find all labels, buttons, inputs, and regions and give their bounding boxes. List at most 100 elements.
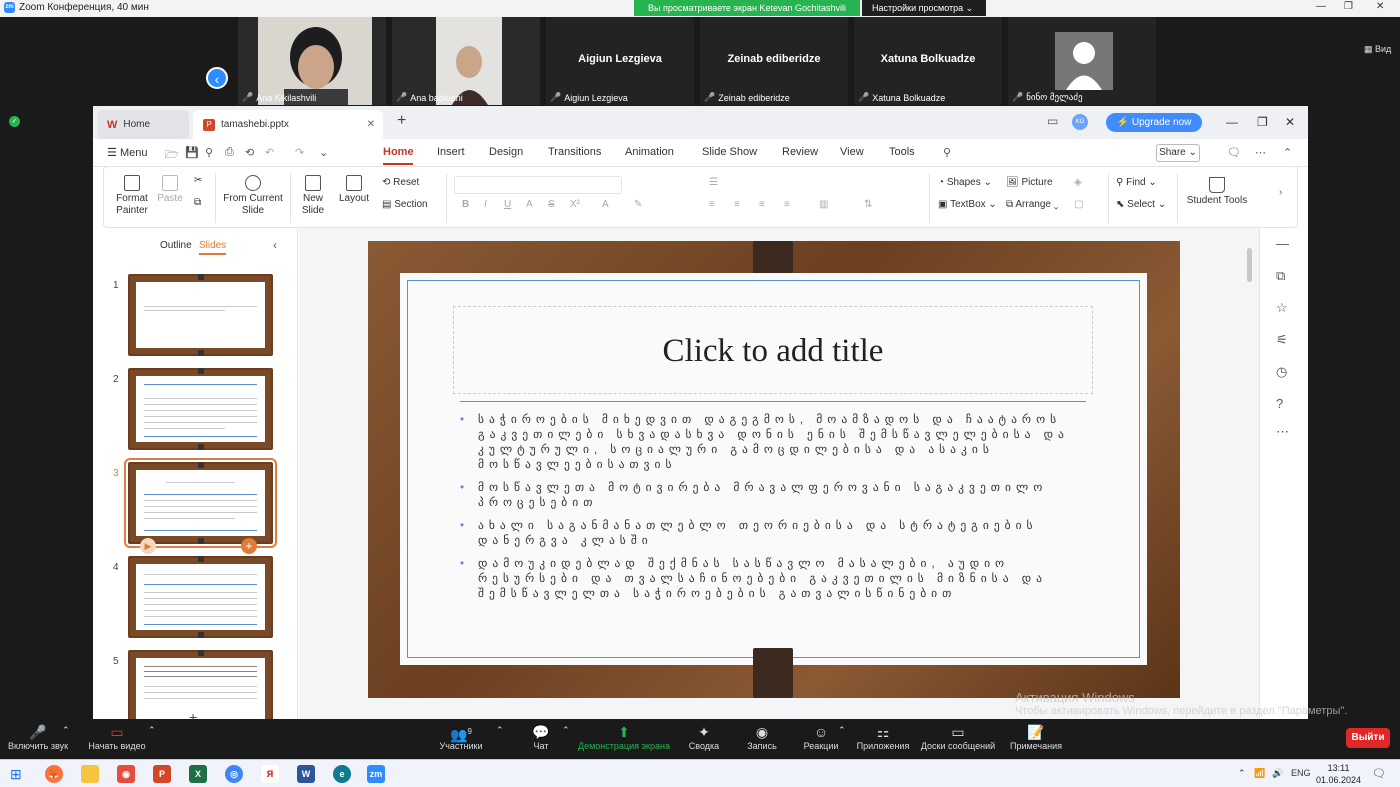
share-screen-button[interactable]: ⬆ Демонстрация экрана <box>576 723 672 751</box>
tab-design[interactable]: Design <box>489 146 523 158</box>
fill-icon[interactable]: ◈ <box>1074 177 1082 188</box>
help-icon[interactable]: ? <box>1276 396 1283 411</box>
redo-icon[interactable]: ↷ <box>295 146 304 159</box>
tab-insert[interactable]: Insert <box>437 146 465 158</box>
summary-button[interactable]: ✦ Сводка <box>684 723 724 751</box>
participants-button[interactable]: 👥9 Участники <box>436 723 486 751</box>
clock-icon[interactable]: ◷ <box>1276 364 1287 380</box>
minimize-icon[interactable]: — <box>1226 115 1238 129</box>
participant-tile[interactable]: Zeinab ediberidze 🎤 Zeinab ediberidze <box>700 17 848 105</box>
more-icon[interactable]: ⋯ <box>1255 146 1266 159</box>
textbox-button[interactable]: ▣ TextBox ⌄ <box>938 199 997 210</box>
tray-chevron-icon[interactable]: ⌃ <box>1238 768 1246 779</box>
minus-icon[interactable]: — <box>1276 236 1289 251</box>
layout-button[interactable]: Layout <box>334 175 374 205</box>
file-explorer-icon[interactable] <box>81 765 99 783</box>
tab-outline[interactable]: Outline <box>160 240 192 251</box>
history-icon[interactable]: ⟲ <box>245 146 254 159</box>
print-icon[interactable]: ⎙ <box>225 146 234 159</box>
zoom-taskbar-icon[interactable]: zm <box>367 765 385 783</box>
minimize-icon[interactable]: — <box>1316 1 1326 12</box>
star-icon[interactable]: ☆ <box>1276 300 1288 316</box>
duplicate-icon[interactable]: ⧉ <box>1276 268 1285 284</box>
excel-icon[interactable]: X <box>189 765 207 783</box>
slide-thumbnail-selected[interactable]: ▶ + <box>124 458 277 554</box>
search-icon[interactable]: ⚲ <box>205 146 213 159</box>
close-icon[interactable]: ✕ <box>1285 115 1295 129</box>
chevron-up-icon[interactable]: ⌃ <box>838 725 846 736</box>
reactions-button[interactable]: ☺ Реакции <box>800 723 842 751</box>
leave-button[interactable]: Выйти <box>1346 728 1390 748</box>
current-slide[interactable]: Click to add title საჭიროების მიხედვით დ… <box>368 241 1180 698</box>
cut-icon[interactable]: ✂ <box>194 175 202 186</box>
vertical-scrollbar[interactable] <box>1247 248 1252 282</box>
chrome-icon[interactable]: ◎ <box>225 765 243 783</box>
strikethrough-icon[interactable]: S <box>548 199 555 210</box>
comment-icon[interactable]: 🗨 <box>1227 146 1241 159</box>
tab-view[interactable]: View <box>840 146 864 158</box>
tab-close-icon[interactable]: ✕ <box>367 119 375 130</box>
bullets-icon[interactable]: ☰ <box>709 177 718 188</box>
chevron-up-icon[interactable]: ⌃ <box>496 725 504 736</box>
new-tab-icon[interactable]: + <box>397 112 406 130</box>
slide-thumbnail[interactable] <box>128 556 273 638</box>
select-button[interactable]: ⬉ Select ⌄ <box>1116 199 1166 210</box>
restore-icon[interactable]: ❐ <box>1257 115 1268 129</box>
bullet-list[interactable]: საჭიროების მიხედვით დაგეგმოს, მოამზადოს … <box>460 413 1090 610</box>
text-direction-icon[interactable]: ⇅ <box>864 199 872 210</box>
strip-back-button[interactable]: ‹ <box>206 67 228 89</box>
security-shield-icon[interactable]: ✓ <box>9 116 20 127</box>
windows-start-icon[interactable]: ⊞ <box>10 766 22 783</box>
open-folder-icon[interactable]: 🗁 <box>165 146 179 165</box>
view-button[interactable]: ▦ Вид <box>1364 44 1391 55</box>
firefox-icon[interactable]: 🦊 <box>45 765 63 783</box>
shapes-button[interactable]: ◔ Shapes ⌄ <box>938 177 992 188</box>
tab-home[interactable]: W Home <box>97 110 189 139</box>
tab-slides[interactable]: Slides <box>199 240 227 255</box>
paste-button[interactable]: Paste <box>154 175 186 205</box>
undo-icon[interactable]: ↶ <box>265 146 274 159</box>
save-icon[interactable]: 💾 <box>185 146 199 159</box>
chat-button[interactable]: 💬 Чат <box>524 723 558 751</box>
reset-button[interactable]: ⟲ Reset <box>382 177 419 188</box>
italic-icon[interactable]: I <box>484 199 487 210</box>
camera-app-icon[interactable]: ◉ <box>117 765 135 783</box>
text-shadow-icon[interactable]: A <box>526 199 533 210</box>
more-icon[interactable]: ⋯ <box>1276 424 1289 440</box>
columns-icon[interactable]: ▥ <box>819 199 828 210</box>
title-placeholder[interactable]: Click to add title <box>453 306 1093 394</box>
upgrade-button[interactable]: ⚡ Upgrade now <box>1106 113 1202 132</box>
system-clock[interactable]: 13:11 01.06.2024 <box>1316 762 1361 786</box>
avatar[interactable]: KG <box>1072 114 1088 130</box>
superscript-icon[interactable]: X² <box>570 199 580 210</box>
arrange-button[interactable]: ⧉ Arrange ⌄ <box>1006 199 1058 210</box>
word-icon[interactable]: W <box>297 765 315 783</box>
slide-thumbnail[interactable] <box>128 368 273 450</box>
highlight-icon[interactable]: ✎ <box>634 199 642 210</box>
align-center-icon[interactable]: ≡ <box>734 199 740 210</box>
outline-icon[interactable]: ▢ <box>1074 199 1083 210</box>
from-current-slide-button[interactable]: From Current Slide <box>222 175 284 217</box>
font-color-icon[interactable]: A <box>602 199 609 210</box>
tab-home-ribbon[interactable]: Home <box>383 146 414 158</box>
copy-icon[interactable]: ⧉ <box>194 197 201 208</box>
notes-button[interactable]: 📝 Примечания <box>1006 723 1066 751</box>
collapse-pane-icon[interactable]: ‹ <box>273 238 277 252</box>
tab-transitions[interactable]: Transitions <box>548 146 601 158</box>
participant-tile[interactable]: Xatuna Bolkuadze 🎤 Xatuna Bolkuadze <box>854 17 1002 105</box>
new-slide-button[interactable]: New Slide <box>296 175 330 217</box>
unmute-button[interactable]: 🎤 Включить звук <box>6 723 70 751</box>
yandex-browser-icon[interactable]: Я <box>261 765 279 783</box>
tab-slide-show[interactable]: Slide Show <box>702 146 757 158</box>
layout-switch-icon[interactable]: ▭ <box>1047 114 1058 128</box>
slide-thumbnail[interactable] <box>128 274 273 356</box>
bold-icon[interactable]: B <box>462 199 469 210</box>
tab-document[interactable]: Ptamashebi.pptx ✕ <box>193 110 383 139</box>
new-slide-plus-icon[interactable]: + <box>189 709 197 719</box>
picture-button[interactable]: 🖼 Picture <box>1006 177 1053 188</box>
student-tools-button[interactable]: Student Tools <box>1184 177 1250 207</box>
menu-button[interactable]: ☰ Menu <box>107 146 147 159</box>
volume-icon[interactable]: 🔊 <box>1272 768 1283 779</box>
tab-animation[interactable]: Animation <box>625 146 674 158</box>
participant-tile[interactable]: 🎤 ნინო მელაძე <box>1008 17 1156 105</box>
